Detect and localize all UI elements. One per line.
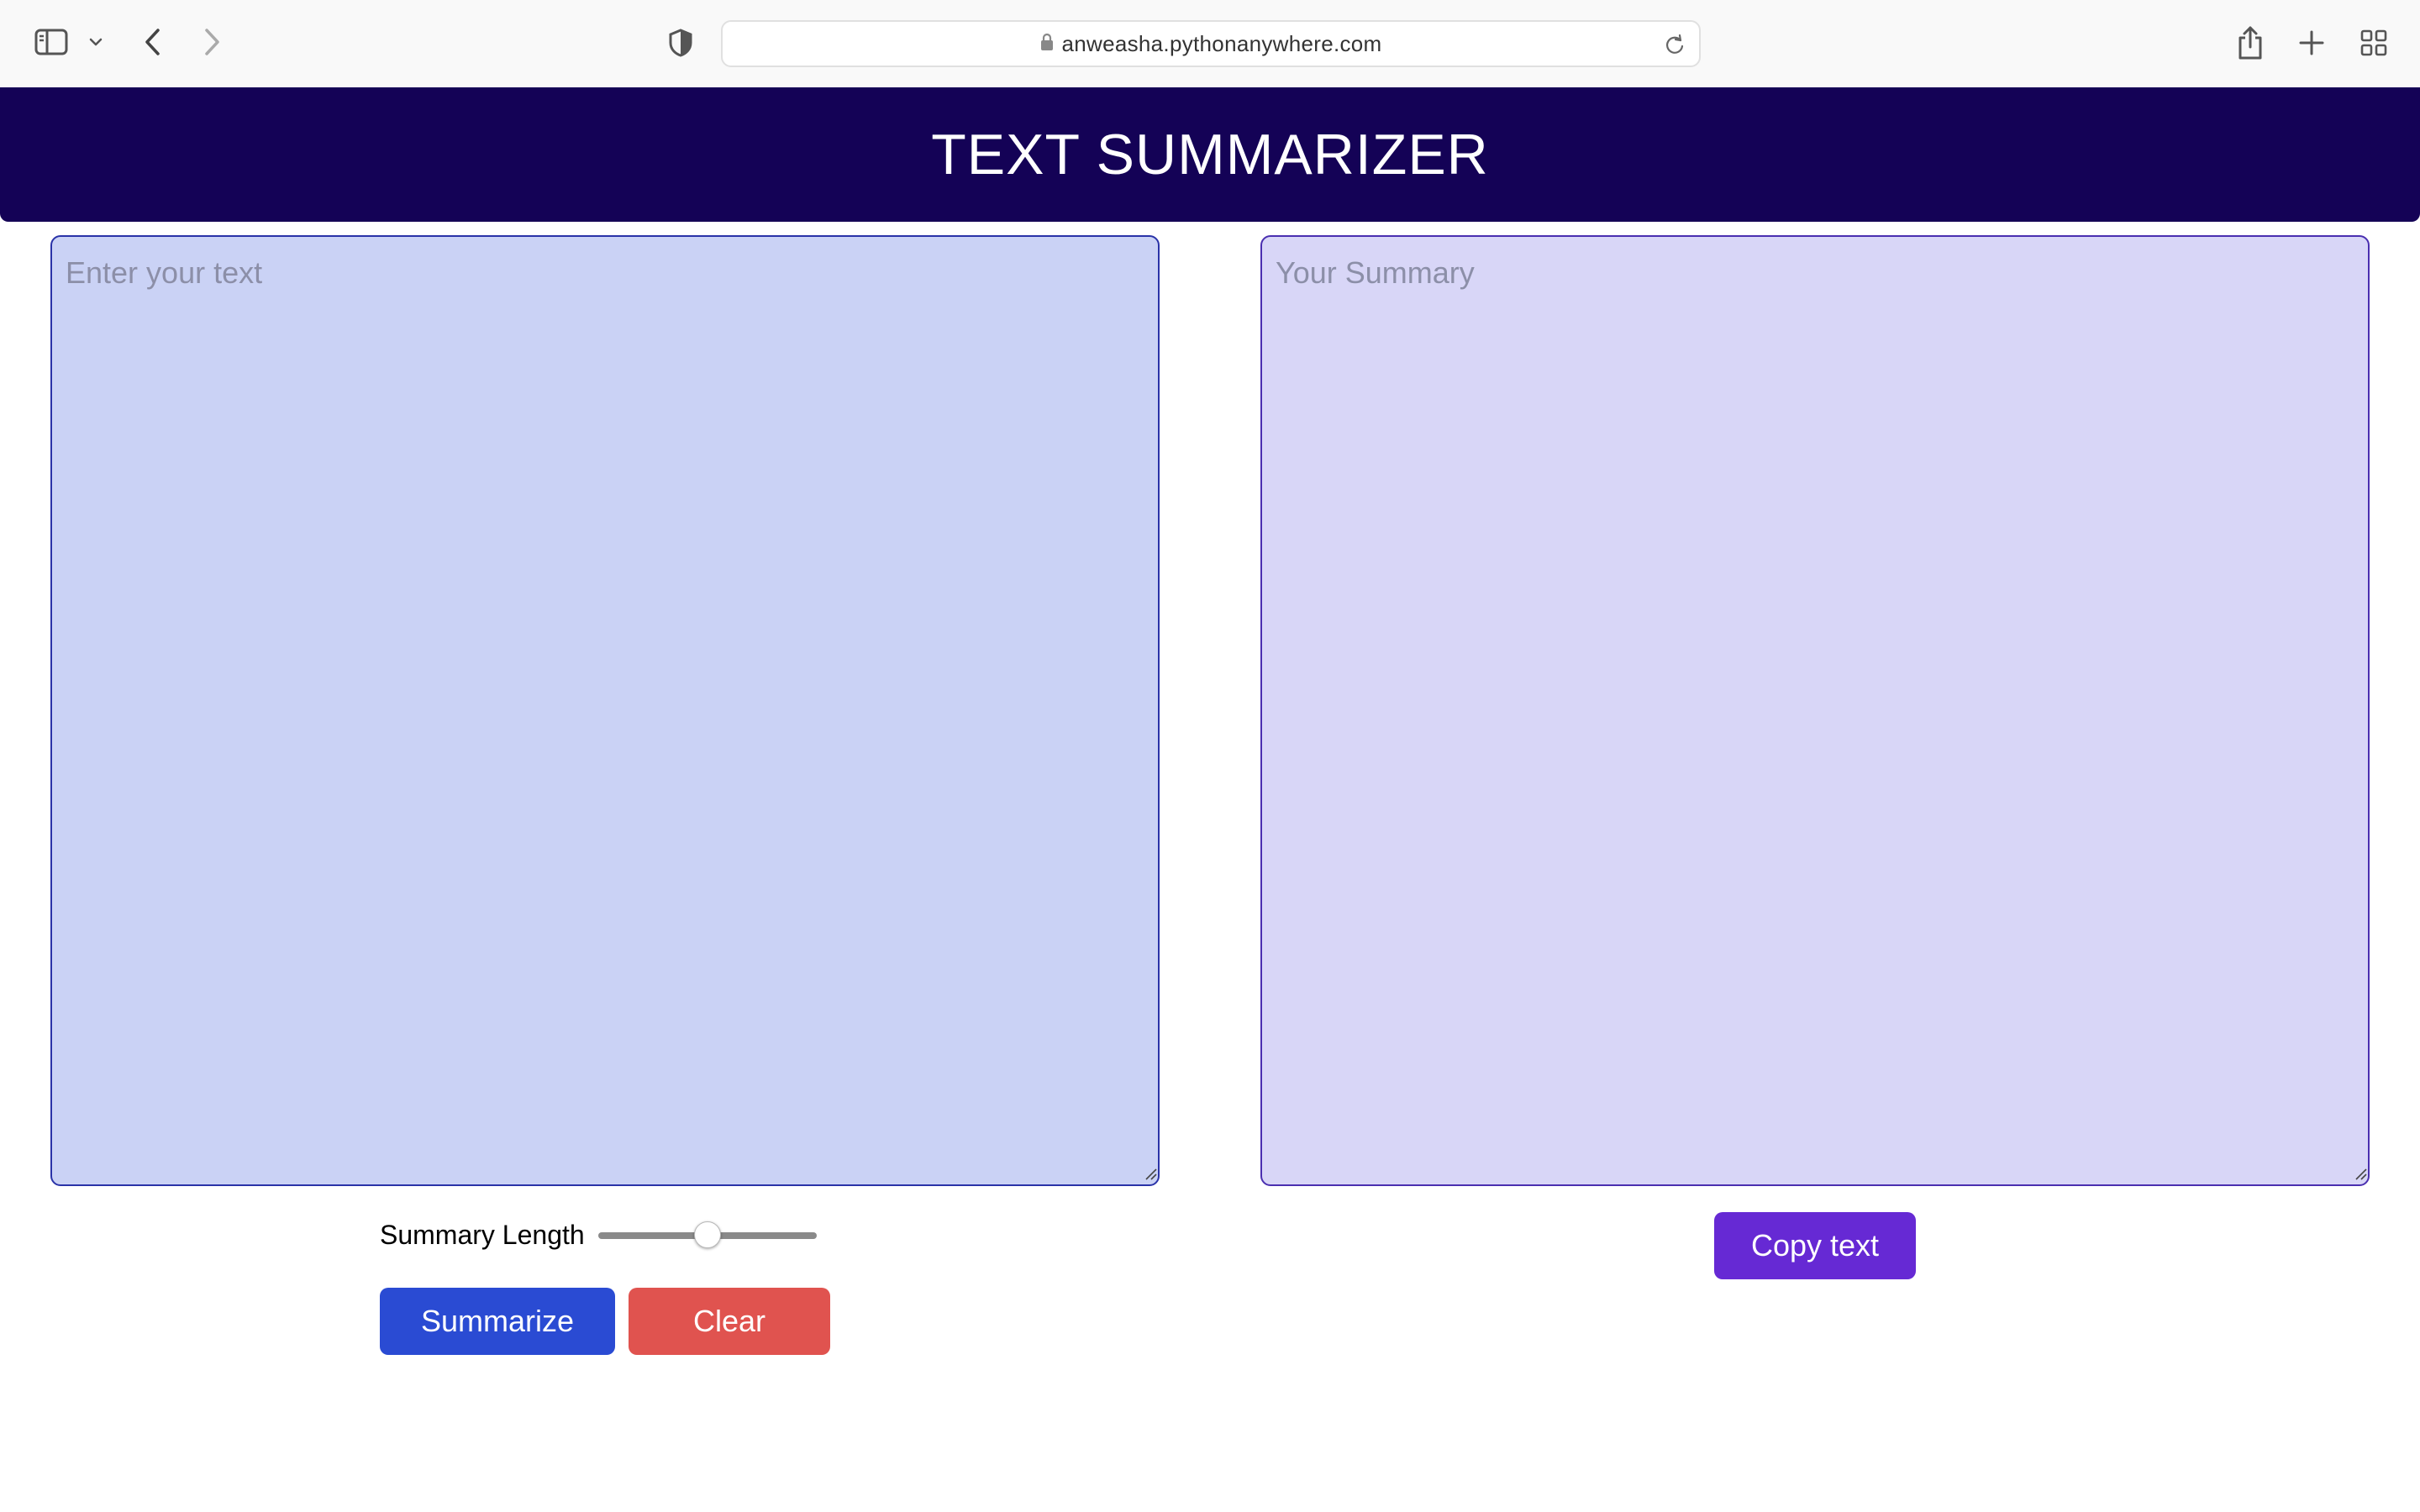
address-bar[interactable]: anweasha.pythonanywhere.com (721, 20, 1701, 67)
lock-icon (1040, 33, 1054, 55)
summary-length-label: Summary Length (380, 1219, 585, 1250)
resize-handle-icon[interactable] (1143, 1166, 1158, 1181)
reload-icon[interactable] (1662, 32, 1687, 57)
forward-arrow-icon[interactable] (198, 25, 225, 59)
back-arrow-icon[interactable] (139, 25, 166, 59)
slider-thumb[interactable] (693, 1221, 721, 1248)
site-header: TEXT SUMMARIZER (0, 87, 2420, 222)
resize-handle-icon[interactable] (2353, 1166, 2368, 1181)
shield-icon[interactable] (666, 27, 696, 59)
sidebar-icon[interactable] (32, 25, 71, 59)
summary-length-control: Summary Length (380, 1210, 817, 1260)
summary-textarea[interactable] (1260, 235, 2370, 1186)
page-title: TEXT SUMMARIZER (931, 123, 1489, 186)
input-textarea[interactable] (50, 235, 1160, 1186)
clear-button[interactable]: Clear (629, 1288, 830, 1355)
share-icon[interactable] (2233, 24, 2267, 62)
summarize-button[interactable]: Summarize (380, 1288, 615, 1355)
copy-text-button[interactable]: Copy text (1714, 1212, 1916, 1279)
plus-icon[interactable] (2296, 27, 2328, 59)
grid-icon[interactable] (2358, 27, 2390, 59)
browser-toolbar: anweasha.pythonanywhere.com (0, 0, 2420, 87)
summary-length-slider[interactable] (597, 1218, 817, 1252)
chevron-down-icon[interactable] (86, 32, 106, 52)
url-text: anweasha.pythonanywhere.com (1061, 30, 1382, 56)
